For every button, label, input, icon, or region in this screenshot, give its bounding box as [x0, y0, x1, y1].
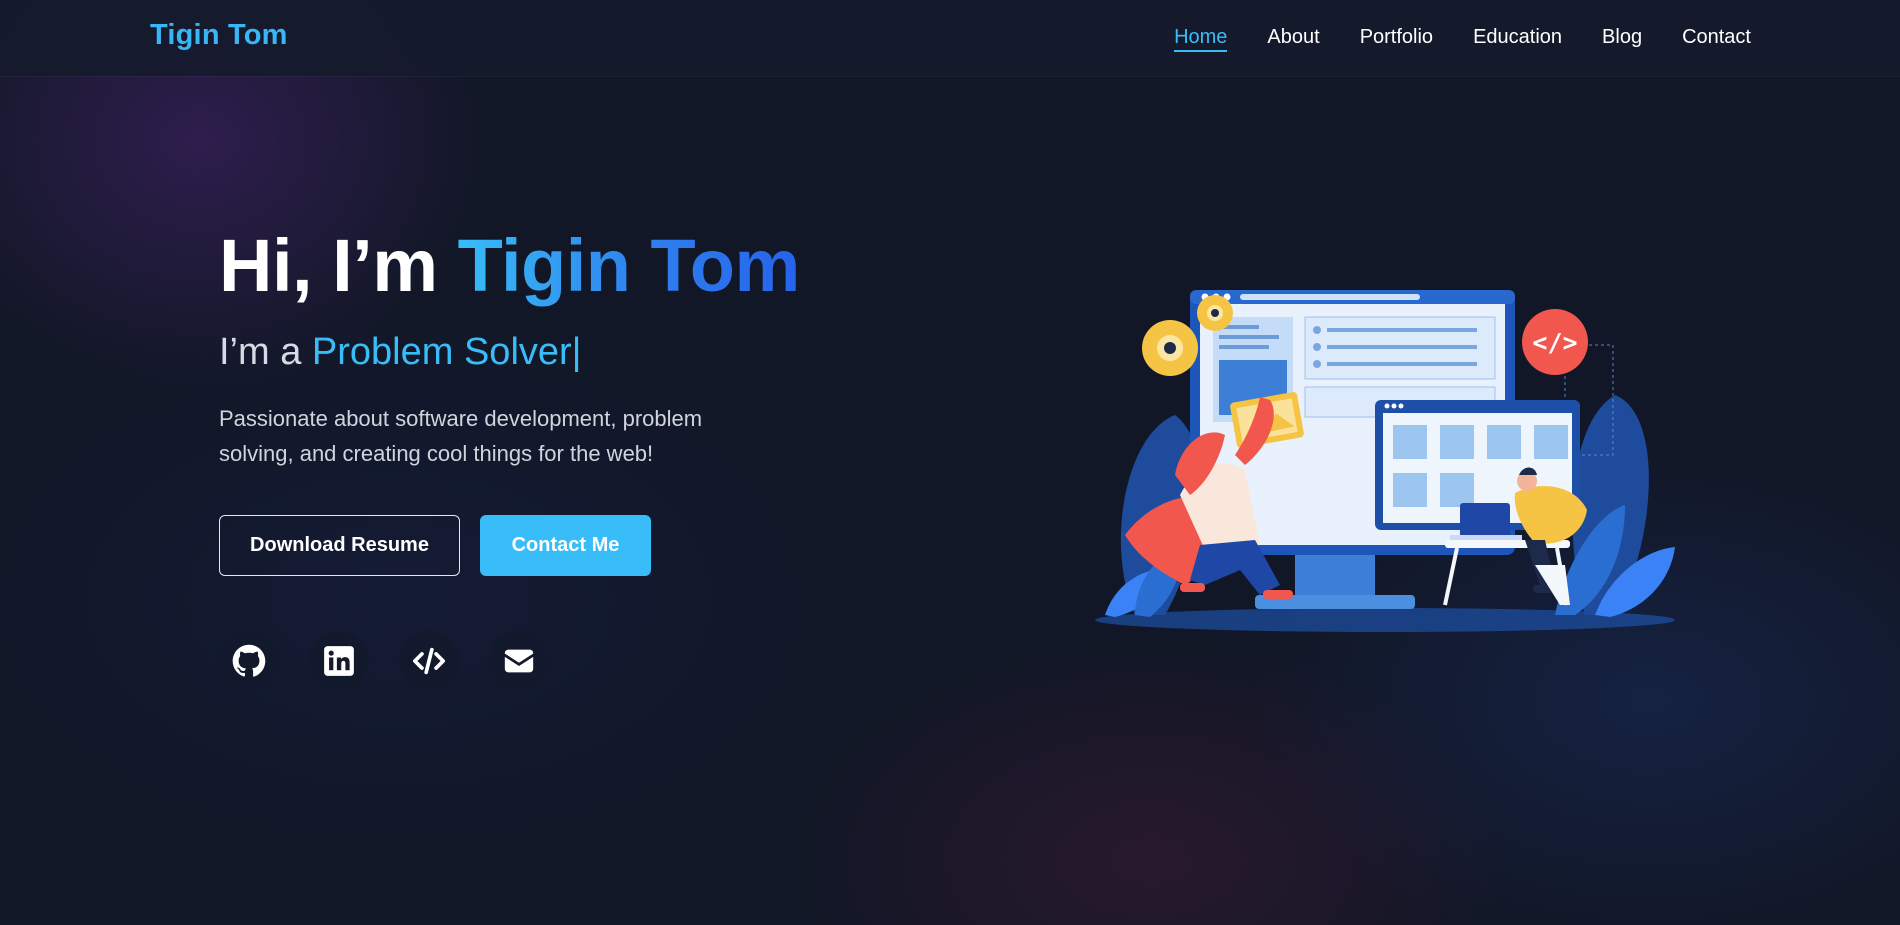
role-text: Problem Solver — [311, 331, 572, 373]
github-icon — [232, 644, 266, 677]
contact-me-button[interactable]: Contact Me — [480, 515, 651, 576]
svg-text:</>: </> — [1532, 328, 1577, 357]
nav-item-contact[interactable]: Contact — [1682, 24, 1751, 52]
role-prefix: I’m a — [219, 331, 312, 373]
hero-greeting: Hi, I’m — [219, 224, 458, 307]
nav-item-about[interactable]: About — [1267, 24, 1319, 52]
github-link[interactable] — [219, 631, 279, 691]
email-link[interactable] — [489, 631, 549, 691]
top-navbar: Tigin Tom Home About Portfolio Education… — [0, 0, 1900, 76]
nav-item-home[interactable]: Home — [1174, 24, 1228, 52]
code-icon — [412, 647, 446, 675]
hero-description: Passionate about software development, p… — [219, 406, 703, 466]
developer-illustration: </> — [1095, 290, 1675, 632]
linkedin-icon — [324, 646, 354, 676]
code-link[interactable] — [399, 631, 459, 691]
brand-logo[interactable]: Tigin Tom — [150, 19, 288, 52]
nav-item-blog[interactable]: Blog — [1602, 24, 1642, 52]
nav-menu: Home About Portfolio Education Blog Cont… — [1174, 24, 1751, 52]
hero-name: Tigin Tom — [457, 224, 801, 307]
social-links — [219, 631, 549, 691]
envelope-icon — [504, 649, 534, 673]
download-resume-button[interactable]: Download Resume — [219, 515, 460, 576]
typing-cursor: | — [571, 331, 582, 373]
linkedin-link[interactable] — [309, 631, 369, 691]
hero-title: Hi, I’m Tigin Tom — [219, 224, 800, 308]
hero-role: I’m a Problem Solver| — [219, 330, 582, 374]
nav-item-portfolio[interactable]: Portfolio — [1360, 24, 1433, 52]
nav-item-education[interactable]: Education — [1473, 24, 1562, 52]
